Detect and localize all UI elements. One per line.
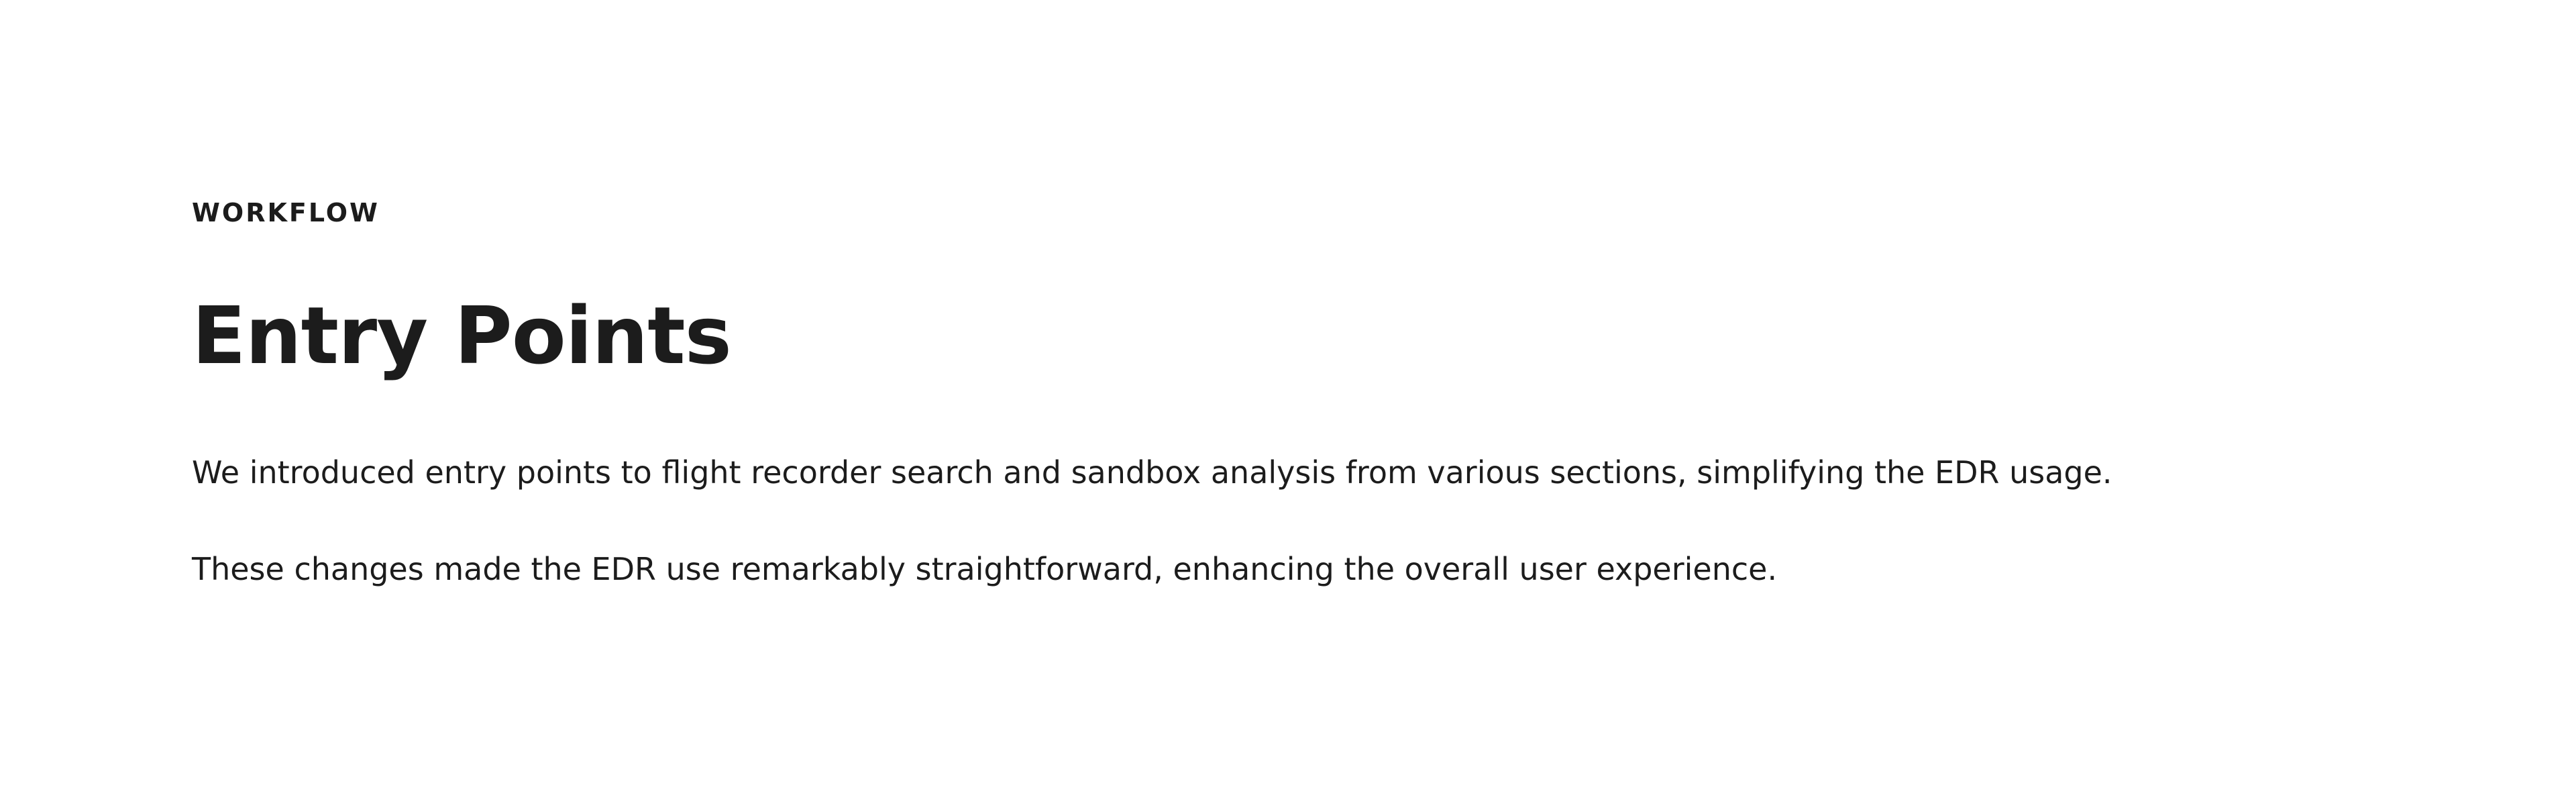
page: WORKFLOW Entry Points We introduced entr… — [0, 0, 2576, 812]
section-title: Entry Points — [192, 289, 732, 382]
section-eyebrow: WORKFLOW — [192, 198, 380, 227]
intro-paragraph: We introduced entry points to flight rec… — [192, 454, 2112, 491]
summary-paragraph: These changes made the EDR use remarkabl… — [192, 551, 1778, 587]
content-section: WORKFLOW Entry Points We introduced entr… — [192, 196, 2339, 591]
